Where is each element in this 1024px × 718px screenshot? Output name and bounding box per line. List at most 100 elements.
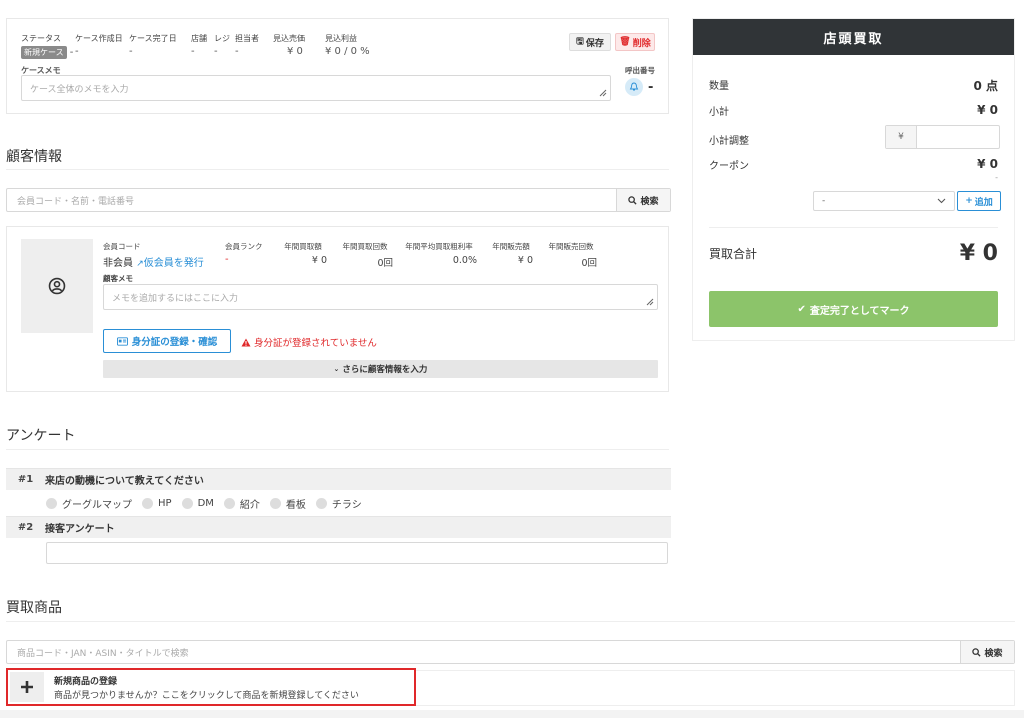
survey-question-2: #2 接客アンケート: [6, 516, 671, 538]
case-memo-input[interactable]: ケース全体のメモを入力: [21, 75, 611, 101]
register-field: レジ -: [214, 33, 230, 57]
member-rank-field: 会員ランク -: [225, 241, 263, 265]
option-label: DM: [197, 498, 214, 509]
purchase-summary-panel: 店頭買取 数量 0 点 小計 ¥ 0 小計調整 ¥ クーポン ¥ 0 - - +…: [692, 18, 1015, 341]
radio-icon: [46, 498, 57, 509]
product-search-placeholder: 商品コード・JAN・ASIN・タイトルで検索: [17, 648, 189, 659]
chevron-down-icon: [937, 198, 946, 204]
customer-search-button[interactable]: 検索: [616, 189, 670, 211]
est-profit-field: 見込利益 ¥ 0 / 0 %: [325, 33, 370, 57]
yen-prefix: ¥: [886, 126, 917, 148]
store-field: 店舗 -: [191, 33, 207, 57]
est-profit-label: 見込利益: [325, 34, 357, 43]
id-register-button[interactable]: 身分証の登録・確認: [103, 329, 231, 353]
total-value: ¥ 0: [959, 241, 998, 266]
bell-button[interactable]: [625, 78, 643, 96]
id-card-icon: [116, 336, 128, 346]
radio-icon: [181, 498, 193, 509]
product-search-bar: 商品コード・JAN・ASIN・タイトルで検索 検索: [6, 640, 1015, 664]
survey-section-title: アンケート: [6, 428, 76, 444]
subtotal-row: 小計 ¥ 0: [709, 103, 998, 118]
radio-icon: [269, 498, 281, 509]
temp-member-link[interactable]: ↗仮会員を発行: [136, 258, 204, 269]
stat-value: 0回: [377, 258, 393, 269]
id-register-button-label: 身分証の登録・確認: [131, 337, 218, 348]
staff-label: 担当者: [235, 34, 259, 43]
stat-avg-gross-margin: 年間平均買取粗利率 0.0%: [401, 241, 477, 266]
chevron-down-icon: ⌄: [333, 365, 340, 373]
total-row: 買取合計 ¥ 0: [709, 241, 998, 266]
search-icon: [972, 647, 982, 657]
qty-value: 0 点: [973, 79, 998, 93]
stat-label: 年間販売額: [492, 242, 530, 251]
stat-label: 年間買取額: [284, 242, 322, 251]
delete-button-label: 削除: [632, 38, 651, 49]
id-warning: 身分証が登録されていません: [241, 335, 377, 349]
member-code-value: 非会員: [103, 258, 133, 269]
store-value: -: [191, 46, 195, 57]
option-label: チラシ: [331, 500, 362, 511]
member-rank-label: 会員ランク: [225, 242, 263, 251]
check-icon: ✔: [797, 303, 806, 315]
delete-button[interactable]: 🗑 削除: [615, 33, 655, 51]
completed-value: -: [129, 46, 133, 57]
created-value: -: [75, 46, 79, 57]
option-referral[interactable]: 紹介: [223, 496, 260, 511]
panel-title: 店頭買取: [693, 19, 1014, 55]
trash-icon: 🗑: [619, 37, 631, 47]
option-dm[interactable]: DM: [181, 496, 214, 511]
register-label: レジ: [214, 34, 230, 43]
product-search-button-label: 検索: [984, 648, 1003, 659]
coupon-select[interactable]: -: [813, 191, 955, 211]
resize-grip-icon[interactable]: [599, 89, 607, 97]
coupon-value: ¥ 0: [977, 157, 998, 171]
created-label: ケース作成日: [75, 34, 123, 43]
option-label: HP: [158, 498, 172, 509]
radio-icon: [223, 498, 235, 509]
customer-search-input[interactable]: 会員コード・名前・電話番号: [7, 189, 616, 211]
subtotal-label: 小計: [709, 107, 729, 118]
customer-avatar: [21, 239, 93, 333]
coupon-add-button[interactable]: + 追加: [957, 191, 1001, 211]
option-flyer[interactable]: チラシ: [315, 496, 362, 511]
product-search-button[interactable]: 検索: [960, 641, 1014, 663]
product-search-input[interactable]: 商品コード・JAN・ASIN・タイトルで検索: [7, 641, 960, 663]
mark-assessment-complete-label: 査定完了としてマーク: [809, 305, 910, 317]
coupon-dash: -: [995, 173, 998, 182]
option-google-maps[interactable]: グーグルマップ: [46, 496, 132, 511]
panel-divider: [709, 227, 998, 228]
stat-annual-sales-amount: 年間販売額 ¥ 0: [489, 241, 533, 266]
stat-annual-purchase-count: 年間買取回数 0回: [337, 241, 394, 269]
more-customer-info-button[interactable]: ⌄ さらに顧客情報を入力: [103, 360, 658, 378]
status-dash: -: [69, 47, 74, 58]
customer-memo-input[interactable]: メモを追加するにはここに入力: [103, 284, 658, 310]
status-field: ステータス 新規ケース -: [21, 33, 73, 59]
save-button[interactable]: 🖫 保存: [569, 33, 611, 51]
customer-memo-label: 顧客メモ: [103, 274, 133, 283]
question-text: 来店の動機について教えてください: [45, 476, 204, 487]
mark-assessment-complete-button[interactable]: ✔ 査定完了としてマーク: [709, 291, 998, 327]
est-profit-value: ¥ 0 / 0 %: [325, 46, 370, 57]
subtotal-adjust-input[interactable]: ¥: [885, 125, 1000, 149]
survey-q1-options: グーグルマップ HP DM 紹介 看板 チラシ: [46, 496, 362, 511]
stat-label: 年間販売回数: [548, 242, 594, 251]
adjust-label: 小計調整: [709, 136, 749, 147]
survey-q2-input[interactable]: [46, 542, 668, 564]
option-signboard[interactable]: 看板: [269, 496, 306, 511]
stat-value: ¥ 0: [311, 255, 327, 266]
save-button-label: 保存: [585, 38, 604, 49]
option-label: 紹介: [239, 500, 260, 511]
survey-question-1: #1 来店の動機について教えてください: [6, 468, 671, 490]
coupon-add-label: 追加: [974, 197, 993, 208]
new-product-register[interactable]: 新規商品の登録 商品が見つかりませんか？ここをクリックして商品を新規登録してくだ…: [6, 668, 416, 706]
customer-search-placeholder: 会員コード・名前・電話番号: [17, 196, 135, 207]
resize-grip-icon[interactable]: [646, 298, 654, 306]
new-product-description: 商品が見つかりませんか？ここをクリックして商品を新規登録してください: [54, 691, 359, 701]
created-field: ケース作成日 -: [75, 33, 123, 57]
stat-value: 0.0%: [452, 255, 477, 266]
completed-label: ケース完了日: [129, 34, 177, 43]
coupon-row: クーポン ¥ 0: [709, 157, 998, 172]
register-value: -: [214, 46, 218, 57]
member-rank-value: -: [225, 254, 229, 265]
option-hp[interactable]: HP: [142, 496, 172, 511]
